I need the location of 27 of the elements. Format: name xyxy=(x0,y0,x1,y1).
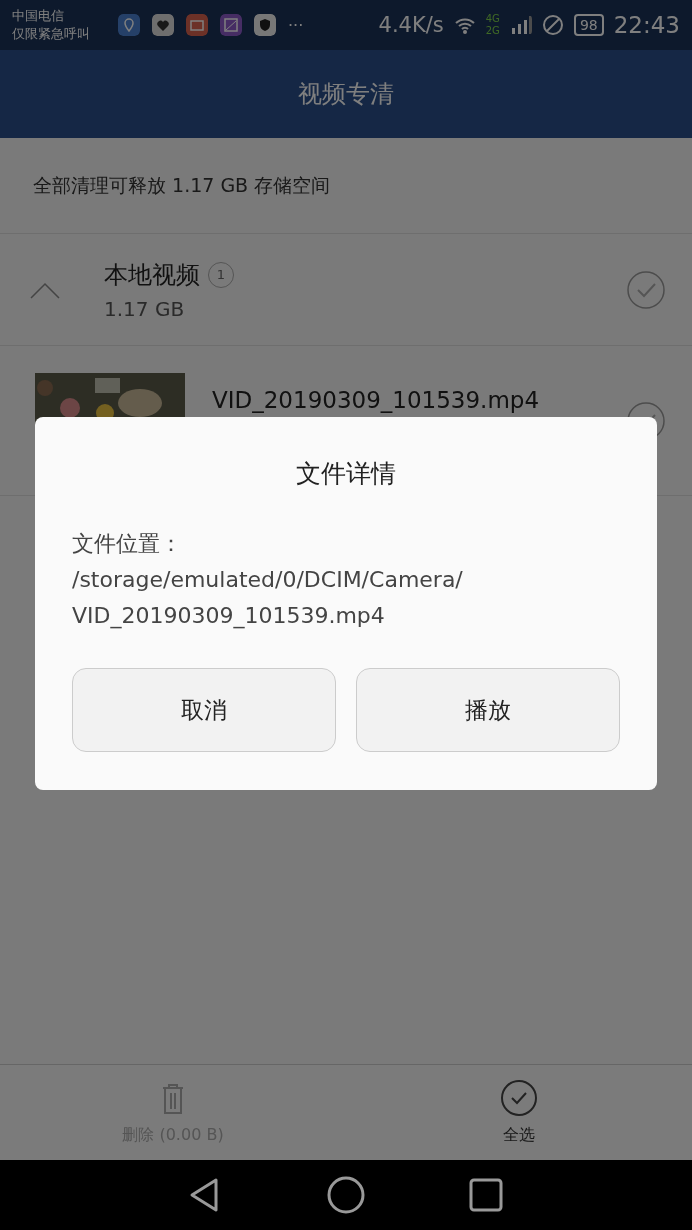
group-title: 本地视频 xyxy=(104,259,200,291)
dialog-title: 文件详情 xyxy=(295,458,397,490)
select-all-button[interactable]: 全选 xyxy=(346,1065,692,1160)
home-icon[interactable] xyxy=(326,1175,366,1215)
play-button[interactable]: 播放 xyxy=(356,668,620,752)
clock: 22:43 xyxy=(613,12,680,38)
do-not-disturb-icon xyxy=(541,14,564,36)
network-speed: 4.4K/s xyxy=(378,13,444,37)
carrier-name: 中国电信 xyxy=(12,7,65,25)
network-type: 4G xyxy=(485,13,500,25)
cancel-button[interactable]: 取消 xyxy=(72,668,336,752)
page-title: 视频专清 xyxy=(298,79,394,110)
checkbox[interactable] xyxy=(626,269,666,310)
signal-icon xyxy=(509,14,532,36)
group-size: 1.17 GB xyxy=(104,296,186,321)
battery-level: 98 xyxy=(573,14,604,36)
file-name: VID_20190309_101539.mp4 xyxy=(212,387,541,413)
shield-icon xyxy=(254,14,276,36)
location-pin-icon xyxy=(118,14,140,36)
storage-summary: 全部清理可释放 1.17 GB 存储空间 xyxy=(0,138,692,234)
image-icon xyxy=(220,14,242,36)
file-location-text: 文件位置： /storage/emulated/0/DCIM/Camera/ VID_20190309_101539.mp4 xyxy=(72,530,464,631)
check-circle-icon xyxy=(500,1079,538,1117)
carrier-note: 仅限紧急呼叫 xyxy=(12,25,91,43)
inbox-icon xyxy=(186,14,208,36)
network-type: 2G xyxy=(485,25,500,37)
more-indicator: ··· xyxy=(288,15,304,35)
